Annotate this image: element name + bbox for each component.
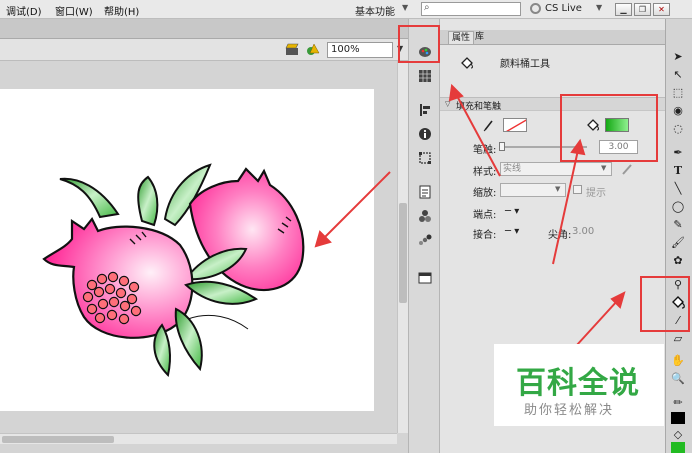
miter-label: 尖角: bbox=[548, 230, 572, 241]
stroke-color-swatch[interactable] bbox=[503, 118, 527, 132]
miter-value[interactable]: 3.00 bbox=[572, 226, 594, 237]
menu-bar: 调试(D) 窗口(W) 帮助(H) 基本功能 ▼ ⌕ CS Live ▼ ▁ ❐… bbox=[0, 0, 692, 19]
restore-button[interactable]: ❐ bbox=[634, 3, 651, 16]
stage-canvas[interactable] bbox=[0, 89, 374, 411]
swatches-grid-icon[interactable] bbox=[418, 69, 432, 83]
section-title: 填充和笔触 bbox=[456, 102, 502, 112]
selection-tool-icon[interactable]: ➤ bbox=[670, 50, 686, 64]
pencil-icon bbox=[483, 120, 493, 132]
pomegranate-artwork[interactable] bbox=[0, 89, 374, 411]
menu-help[interactable]: 帮助(H) bbox=[104, 3, 139, 18]
menu-window[interactable]: 窗口(W) bbox=[55, 3, 93, 18]
free-transform-tool-icon[interactable]: ⬚ bbox=[670, 86, 686, 100]
paint-bucket-icon bbox=[461, 57, 473, 69]
stage-edit-bar: 100% ▼ bbox=[0, 39, 408, 61]
brush-tool-icon[interactable]: 🖌 bbox=[670, 236, 686, 250]
scroll-thumb[interactable] bbox=[399, 203, 407, 303]
scale-label: 缩放: bbox=[473, 188, 497, 199]
fill-color-chip[interactable] bbox=[671, 442, 685, 453]
workspace-switcher[interactable]: 基本功能 bbox=[355, 3, 395, 18]
zoom-tool-icon[interactable]: 🔍 bbox=[670, 372, 686, 386]
text-tool-icon[interactable]: T bbox=[670, 164, 686, 178]
cap-label: 端点: bbox=[473, 210, 497, 221]
hand-tool-icon[interactable]: ✋ bbox=[670, 354, 686, 368]
chevron-down-icon[interactable]: ▼ bbox=[555, 185, 560, 193]
oval-tool-icon[interactable]: ◯ bbox=[670, 200, 686, 214]
pen-tool-icon[interactable]: ✒ bbox=[670, 146, 686, 160]
components-icon[interactable] bbox=[418, 209, 432, 223]
close-button[interactable]: ✕ bbox=[653, 3, 670, 16]
cs-live-label[interactable]: CS Live bbox=[545, 3, 582, 14]
style-label: 样式: bbox=[473, 167, 497, 178]
cap-select[interactable]: ─ ▾ bbox=[505, 206, 519, 217]
slider-handle[interactable] bbox=[499, 142, 505, 151]
stroke-label: 笔触: bbox=[473, 145, 497, 156]
highlight-fill-color-box bbox=[560, 94, 658, 162]
no-color-slash-icon bbox=[506, 119, 526, 131]
eraser-tool-icon[interactable]: ▱ bbox=[670, 332, 686, 346]
stroke-style-select[interactable]: 实线 bbox=[500, 162, 612, 176]
cs-live-icon[interactable] bbox=[530, 3, 541, 14]
output-panel-icon[interactable] bbox=[418, 271, 432, 285]
stroke-color-chip[interactable] bbox=[671, 412, 685, 424]
collapse-triangle-icon[interactable]: ▽ bbox=[445, 100, 450, 108]
edit-stroke-style-icon[interactable] bbox=[620, 162, 634, 176]
tab-library[interactable]: 库 bbox=[472, 31, 487, 44]
highlight-bucket-tool-box bbox=[640, 276, 690, 332]
pencil-tool-icon[interactable]: ✎ bbox=[670, 218, 686, 232]
scroll-thumb[interactable] bbox=[2, 436, 114, 443]
menu-debug[interactable]: 调试(D) bbox=[6, 3, 42, 18]
3d-rotation-tool-icon[interactable]: ◉ bbox=[670, 104, 686, 118]
document-tab-strip bbox=[0, 19, 408, 39]
watermark-logo: 百科全说 助你轻松解决 bbox=[494, 344, 664, 426]
line-tool-icon[interactable]: ╲ bbox=[670, 182, 686, 196]
symbol-shapes-icon[interactable] bbox=[306, 43, 320, 56]
chevron-down-icon[interactable]: ▼ bbox=[596, 3, 602, 12]
chevron-down-icon[interactable]: ▼ bbox=[601, 164, 606, 172]
info-icon[interactable] bbox=[418, 127, 432, 141]
motion-presets-icon[interactable] bbox=[418, 233, 432, 247]
tab-properties[interactable]: 属性 bbox=[448, 31, 475, 44]
zoom-select[interactable]: 100% bbox=[327, 42, 393, 58]
subselection-tool-icon[interactable]: ↖ bbox=[670, 68, 686, 82]
watermark-subtitle: 助你轻松解决 bbox=[524, 403, 615, 418]
hint-checkbox[interactable] bbox=[573, 185, 582, 194]
hint-label: 提示 bbox=[586, 188, 606, 199]
join-label: 接合: bbox=[473, 230, 497, 241]
vertical-scrollbar[interactable] bbox=[397, 61, 408, 433]
join-select[interactable]: ─ ▾ bbox=[505, 226, 519, 237]
code-snippets-icon[interactable] bbox=[418, 185, 432, 199]
transform-icon[interactable] bbox=[418, 151, 432, 165]
clapper-icon[interactable] bbox=[285, 43, 299, 56]
properties-tab-bar: 属性 库 bbox=[440, 30, 665, 45]
search-icon: ⌕ bbox=[424, 2, 430, 13]
chevron-down-icon[interactable]: ▼ bbox=[402, 3, 408, 12]
align-icon[interactable] bbox=[418, 103, 432, 117]
lasso-tool-icon[interactable]: ◌ bbox=[670, 122, 686, 136]
current-tool-name: 颜料桶工具 bbox=[500, 59, 550, 70]
stroke-color-pencil-icon[interactable]: ✏ bbox=[670, 396, 686, 410]
horizontal-scrollbar[interactable] bbox=[0, 433, 397, 444]
watermark-title: 百科全说 bbox=[516, 366, 640, 401]
highlight-color-panel-box bbox=[398, 25, 440, 63]
deco-tool-icon[interactable]: ✿ bbox=[670, 254, 686, 268]
panel-dock bbox=[408, 19, 440, 453]
fill-bucket-small-icon: ◇ bbox=[673, 428, 683, 441]
help-search-input[interactable]: ⌕ bbox=[421, 2, 521, 16]
minimize-button[interactable]: ▁ bbox=[615, 3, 632, 16]
